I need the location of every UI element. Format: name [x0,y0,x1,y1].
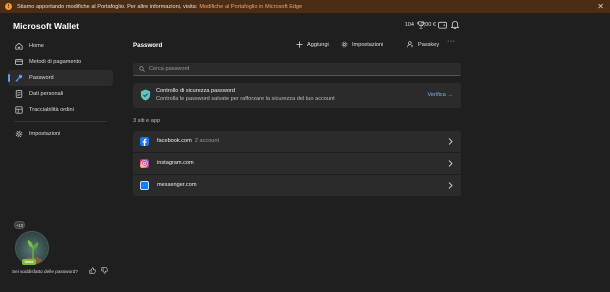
facebook-icon [140,137,149,146]
instagram-icon [140,159,149,168]
thumbs-up-icon[interactable] [89,267,96,274]
banner-link[interactable]: Modifiche al Portafoglio in Microsoft Ed… [199,4,302,10]
sites-count: 3 siti e app [133,118,161,124]
send-feedback-button[interactable]: Invia [22,259,36,265]
sidebar-nav: Home Metodi di pagamento Password Dati p… [8,38,113,142]
search-input[interactable]: Cerca password [133,63,461,76]
sidebar-item-label: Metodi di pagamento [29,59,82,65]
bell-icon[interactable] [451,20,459,29]
rewards-points[interactable]: 104 [405,22,414,28]
chevron-right-icon [448,138,453,145]
site-label: facebook.com 2 account [157,138,219,144]
home-icon [15,42,23,50]
messenger-icon [140,181,149,190]
arrow-right-icon: → [447,92,453,98]
feedback-question: Sei soddisfatto delle password? [12,269,78,274]
passkey-icon [407,41,414,48]
settings-button[interactable]: Impostazioni [341,41,383,48]
site-row-messenger[interactable]: messenger.com [133,175,461,196]
points-badge: +10 [14,221,25,229]
add-button[interactable]: Aggiungi [296,41,329,48]
security-check-description: Controlla le password salvate per raffor… [156,96,335,102]
more-options-button[interactable]: ··· [447,38,456,45]
sidebar-item-label: Dati personali [29,91,64,97]
site-list: facebook.com 2 account instagram.com mess… [133,131,461,197]
site-name: messenger.com [157,182,197,188]
banner-message: Stiamo apportando modifiche al Portafogl… [17,3,198,10]
sidebar-item-label: Tracciabilità ordini [29,107,74,113]
sidebar-item-password[interactable]: Password [8,70,113,86]
account-count: 2 account [194,138,220,144]
site-name: instagram.com [157,160,194,166]
info-banner: ! Stiamo apportando modifiche al Portafo… [0,0,610,13]
passkey-button[interactable]: Passkey [407,41,439,48]
sidebar-item-label: Home [29,43,44,49]
security-check-title: Controllo di sicurezza password [156,88,235,94]
plus-icon [296,41,303,48]
settings-button-label: Impostazioni [352,41,384,48]
sidebar-item-personal-data[interactable]: Dati personali [8,86,113,102]
verify-button[interactable]: Verifica → [428,92,454,98]
site-name: facebook.com [157,138,192,144]
card-icon [15,58,23,66]
warning-icon: ! [5,3,12,10]
key-icon [15,74,23,82]
verify-label: Verifica [427,92,446,98]
tracking-icon [15,106,23,114]
gear-icon [15,130,23,138]
balance-value[interactable]: 0,00 € [420,22,436,28]
sidebar-item-label: Password [29,75,54,81]
wallet-icon[interactable] [438,21,447,29]
document-icon [15,90,23,98]
sidebar-divider [14,121,107,122]
site-row-facebook[interactable]: facebook.com 2 account [133,131,461,152]
chevron-right-icon [448,160,453,167]
chevron-right-icon [448,182,453,189]
sidebar-item-home[interactable]: Home [8,38,113,54]
search-icon [139,66,145,72]
passkey-button-label: Passkey [418,41,440,48]
sidebar-item-label: Impostazioni [29,131,61,137]
thumbs-down-icon[interactable] [101,267,108,274]
close-icon[interactable]: ✕ [597,2,604,11]
sidebar-item-settings[interactable]: Impostazioni [8,126,113,142]
header-status: 104 0,00 € [0,20,610,30]
sidebar-item-order-tracking[interactable]: Tracciabilità ordini [8,102,113,118]
page-title: Password [133,42,163,49]
gear-icon [341,41,348,48]
shield-icon [140,89,151,101]
add-button-label: Aggiungi [307,41,329,48]
sidebar-item-payment-methods[interactable]: Metodi di pagamento [8,54,113,70]
security-check-card: Controllo di sicurezza password Controll… [133,83,461,108]
site-row-instagram[interactable]: instagram.com [133,153,461,174]
search-placeholder: Cerca password [149,66,190,72]
